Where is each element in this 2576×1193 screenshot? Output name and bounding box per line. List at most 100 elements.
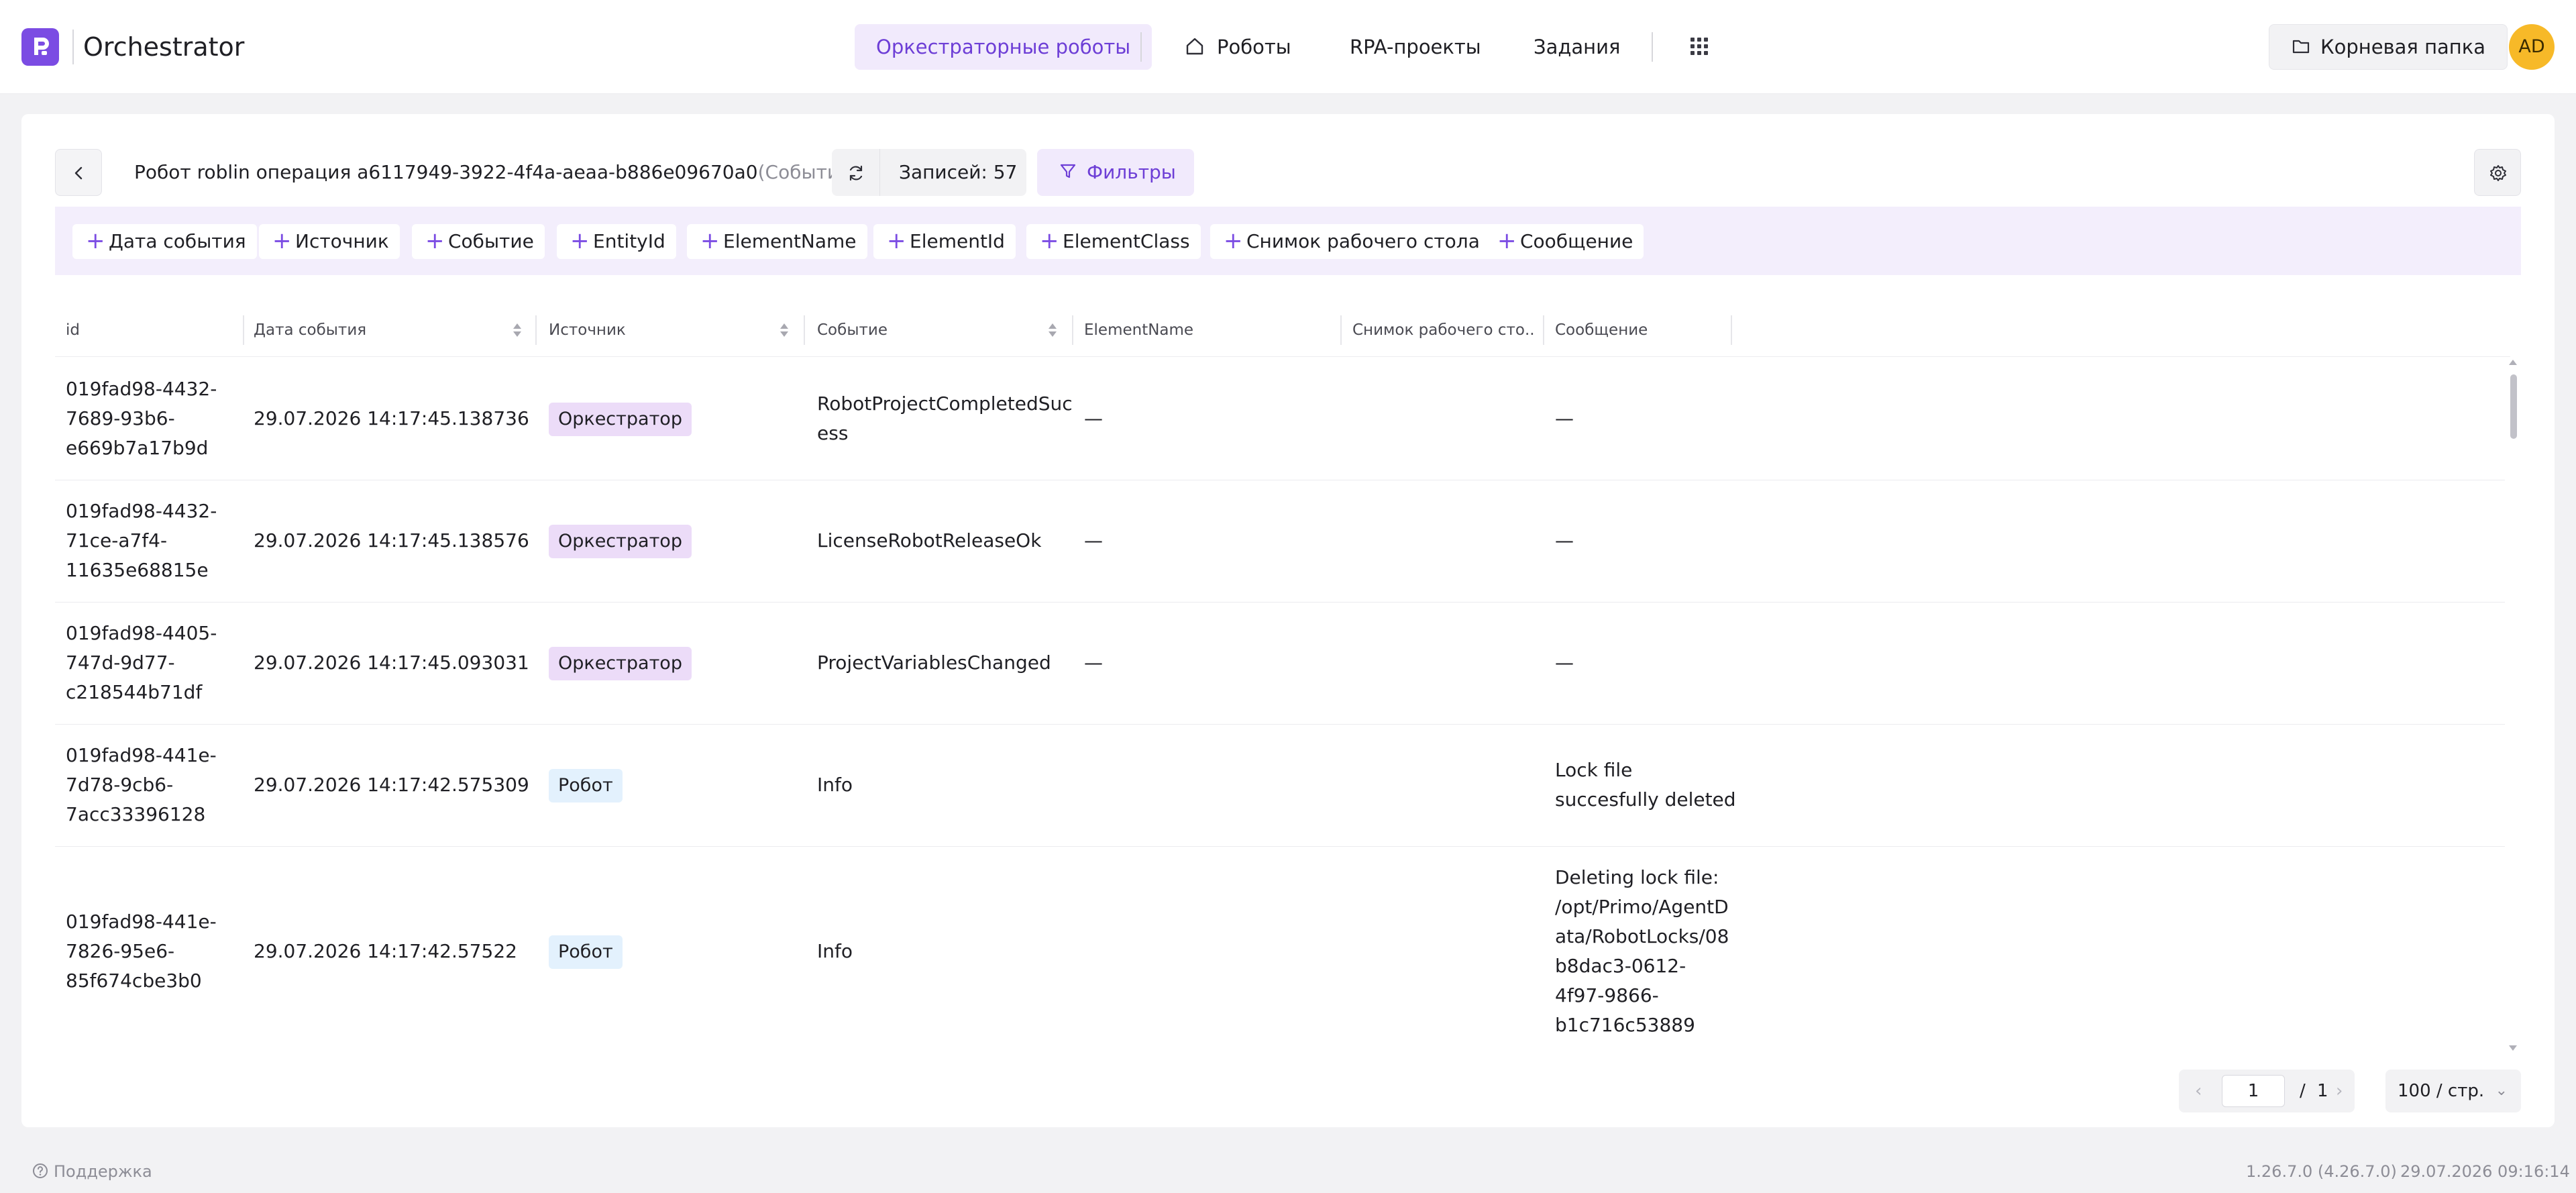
- cell-event: LicenseRobotReleaseOk: [817, 529, 1042, 552]
- table-row[interactable]: 019fad98-4405- 747d-9d77- c218544b71df 2…: [55, 603, 2505, 725]
- cell-element-name: —: [1084, 529, 1103, 552]
- plus-icon: +: [570, 227, 590, 254]
- scroll-down-arrow[interactable]: [2509, 1045, 2517, 1051]
- cell-element-name: —: [1084, 652, 1103, 674]
- source-badge: Оркестратор: [549, 525, 692, 558]
- cell-message: —: [1555, 652, 1574, 674]
- nav-divider: [1140, 32, 1142, 62]
- root-folder-button[interactable]: Корневая папка: [2269, 24, 2508, 70]
- chip-event[interactable]: + Событие: [412, 224, 545, 259]
- chevron-down-icon: ⌄: [2495, 1082, 2508, 1099]
- chip-element-class[interactable]: + ElementClass: [1026, 224, 1201, 259]
- column-header-source[interactable]: Источник: [549, 303, 777, 357]
- cell-message: —: [1555, 407, 1574, 429]
- table-scrollbar[interactable]: [2509, 360, 2518, 1051]
- page-size-select[interactable]: 100 / стр. ⌄: [2385, 1070, 2521, 1112]
- chip-desktop-snapshot[interactable]: + Снимок рабочего стола: [1210, 224, 1491, 259]
- chip-label: Источник: [295, 230, 389, 252]
- chip-element-name[interactable]: + ElementName: [687, 224, 867, 259]
- column-header-message[interactable]: Сообщение: [1555, 303, 1723, 357]
- server-date: 29.07.2026 09:16:14: [2400, 1162, 2570, 1181]
- app-root: Orchestrator Оркестраторные роботы Робот…: [0, 0, 2576, 1193]
- nav-divider: [1652, 32, 1653, 62]
- nav-tab-tasks[interactable]: Задания: [1534, 24, 1620, 70]
- chevron-left-icon[interactable]: ‹: [2195, 1070, 2202, 1112]
- sort-icon[interactable]: [1048, 322, 1057, 338]
- sort-icon[interactable]: [513, 322, 522, 338]
- table-settings-button[interactable]: [2474, 149, 2521, 196]
- column-header-desktop-snapshot[interactable]: Снимок рабочего сто...: [1352, 303, 1534, 357]
- chip-element-id[interactable]: + ElementId: [873, 224, 1016, 259]
- table-row[interactable]: 019fad98-4432- 7689-93b6- e669b7a17b9d 2…: [55, 358, 2505, 480]
- page-number-input[interactable]: [2222, 1075, 2285, 1107]
- refresh-button[interactable]: [832, 149, 880, 196]
- chip-label: Сообщение: [1520, 230, 1633, 252]
- cell-event-date: 29.07.2026 14:17:45.093031: [254, 652, 529, 674]
- source-badge: Робот: [549, 769, 623, 802]
- cell-message: Deleting lock file: /opt/Primo/AgentD at…: [1555, 866, 1729, 1036]
- cell-message: —: [1555, 529, 1574, 552]
- back-button[interactable]: [55, 149, 102, 196]
- user-avatar[interactable]: AD: [2509, 24, 2555, 70]
- chip-event-date[interactable]: + Дата события: [72, 224, 257, 259]
- primo-logo-icon[interactable]: [21, 28, 59, 66]
- plus-icon: +: [887, 227, 906, 254]
- nav-tab-robots[interactable]: Роботы: [1185, 24, 1291, 70]
- chip-label: ElementName: [723, 230, 857, 252]
- column-resize-handle[interactable]: [1072, 315, 1073, 345]
- records-count: Записей: 57: [899, 161, 1018, 183]
- source-badge: Оркестратор: [549, 647, 692, 680]
- grid-icon[interactable]: [1690, 38, 1708, 55]
- cell-id: 019fad98-4432- 71ce-a7f4- 11635e68815e: [66, 500, 217, 581]
- chip-message[interactable]: + Сообщение: [1484, 224, 1644, 259]
- cell-element-name: —: [1084, 407, 1103, 429]
- table-row[interactable]: 019fad98-441e- 7d78-9cb6- 7acc33396128 2…: [55, 725, 2505, 847]
- column-header-event[interactable]: Событие: [817, 303, 1045, 357]
- help-icon: [33, 1163, 48, 1178]
- cell-event-date: 29.07.2026 14:17:45.138576: [254, 529, 529, 552]
- pagination: ‹ / 1 ›: [2179, 1070, 2355, 1112]
- total-pages: 1: [2317, 1081, 2328, 1101]
- plus-icon: +: [700, 227, 720, 254]
- column-header-element-name[interactable]: ElementName: [1084, 303, 1332, 357]
- plus-icon: +: [272, 227, 292, 254]
- cell-event: RobotProjectCompletedSucc ess: [817, 393, 1072, 444]
- app-title: Orchestrator: [83, 32, 245, 62]
- column-resize-handle[interactable]: [1731, 315, 1732, 345]
- logo-divider: [72, 30, 74, 64]
- plus-icon: +: [1040, 227, 1059, 254]
- table-row[interactable]: 019fad98-4432- 71ce-a7f4- 11635e68815e 2…: [55, 480, 2505, 603]
- page-title: Робот roblin операция a6117949-3922-4f4a…: [134, 158, 858, 187]
- table-row[interactable]: 019fad98-441e- 7826-95e6- 85f674cbe3b0 2…: [55, 847, 2505, 1059]
- column-resize-handle[interactable]: [243, 315, 244, 345]
- support-link[interactable]: Поддержка: [32, 1159, 152, 1184]
- cell-event-date: 29.07.2026 14:17:42.575309: [254, 774, 529, 796]
- plus-icon: +: [86, 227, 105, 254]
- home-icon: [1186, 38, 1203, 55]
- cell-event: Info: [817, 940, 853, 962]
- cell-event-date: 29.07.2026 14:17:42.57522: [254, 940, 517, 962]
- gear-icon: [2490, 165, 2506, 181]
- column-resize-handle[interactable]: [804, 315, 805, 345]
- nav-tab-orchestrator-robots[interactable]: Оркестраторные роботы: [855, 24, 1152, 70]
- plus-icon: +: [425, 227, 445, 254]
- scroll-up-arrow[interactable]: [2509, 360, 2517, 365]
- column-header-event-date[interactable]: Дата события: [254, 303, 508, 357]
- records-toolbar: Записей: 57: [832, 149, 1026, 196]
- chip-entity-id[interactable]: + EntityId: [557, 224, 676, 259]
- scroll-thumb[interactable]: [2510, 374, 2517, 439]
- source-badge: Робот: [549, 935, 623, 969]
- column-resize-handle[interactable]: [535, 315, 537, 345]
- cell-id: 019fad98-4432- 7689-93b6- e669b7a17b9d: [66, 378, 217, 459]
- column-resize-handle[interactable]: [1543, 315, 1544, 345]
- chip-source[interactable]: + Источник: [259, 224, 400, 259]
- filters-button[interactable]: Фильтры: [1037, 149, 1194, 196]
- column-header-id[interactable]: id: [66, 303, 233, 357]
- chevron-right-icon[interactable]: ›: [2336, 1070, 2343, 1112]
- sort-icon[interactable]: [780, 322, 789, 338]
- nav-tab-rpa-projects[interactable]: RPA-проекты: [1350, 24, 1481, 70]
- support-label: Поддержка: [54, 1162, 152, 1181]
- source-badge: Оркестратор: [549, 403, 692, 436]
- chip-label: ElementId: [910, 230, 1005, 252]
- column-resize-handle[interactable]: [1340, 315, 1342, 345]
